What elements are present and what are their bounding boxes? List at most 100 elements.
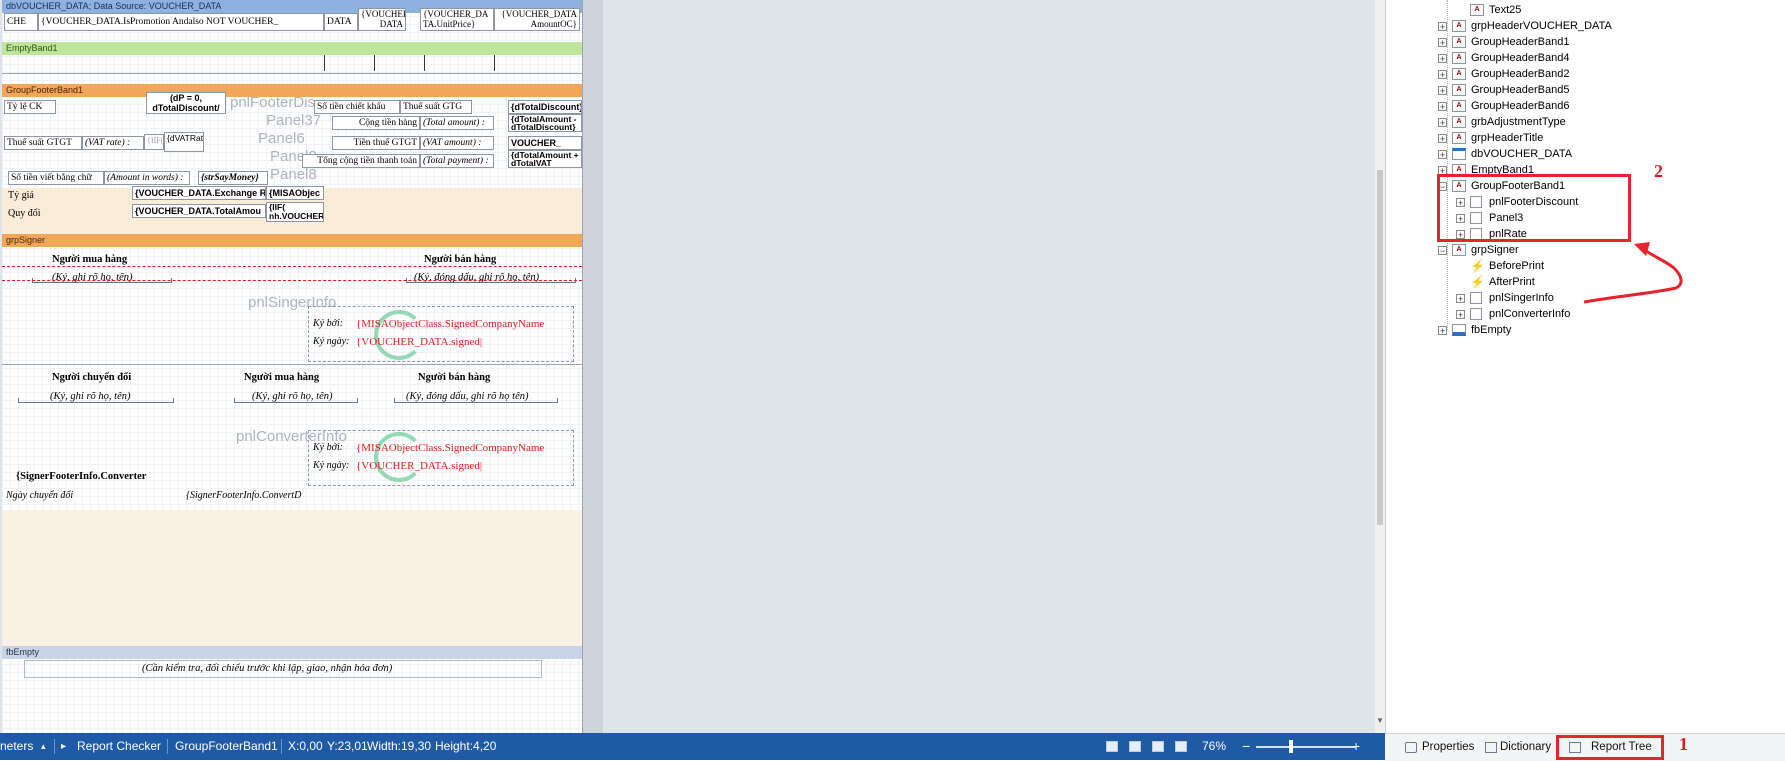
units-dropdown-icon[interactable]: ▴ [41,733,46,760]
tree-expander-icon[interactable]: + [1438,150,1447,160]
label-ngay-chuyen-doi[interactable]: Ngày chuyển đổi [6,490,73,501]
label-total-amount[interactable]: (Total amount) : [420,116,494,130]
label-ky-ngay-2[interactable]: Ký ngày: [313,460,349,471]
field-dvat-rate[interactable]: {dVATRat [164,132,204,152]
tree-expander-icon[interactable]: + [1456,310,1465,320]
tree-expander-icon[interactable]: + [1438,38,1447,48]
tree-node-groupheaderband4[interactable]: GroupHeaderBand4 [1471,50,1569,66]
field-misa-object[interactable]: {MISAObjec [266,186,324,200]
zoom-level[interactable]: 76% [1202,733,1226,760]
field-iif-voucher[interactable]: {IIF( nh.VOUCHER_ [266,202,324,222]
cell-data-short[interactable]: DATA [324,13,358,31]
label-vat-rate[interactable]: (VAT rate) : [82,136,144,150]
tab-report-tree[interactable]: Report Tree [1591,737,1652,757]
label-thue-suat-gtgt[interactable]: Thuế suất GTGT [4,136,82,150]
tree-expander-icon[interactable]: + [1438,70,1447,80]
tree-node-grpheadertitle[interactable]: grpHeaderTitle [1471,130,1543,146]
label-ky-ngay[interactable]: Ký ngày: [313,336,349,347]
field-signed-company[interactable]: {MISAObjectClass.SignedCompanyName [356,318,544,330]
cell-promotion[interactable]: {VOUCHER_DATA.IsPromotion Andalso NOT VO… [38,13,324,31]
tree-node-grbadjustmenttype[interactable]: grbAdjustmentType [1471,114,1566,130]
page-view-icon[interactable] [1106,741,1118,752]
band-fb-empty[interactable]: fbEmpty [2,646,582,659]
tree-expander-icon[interactable]: + [1438,326,1447,336]
band-signer[interactable]: grpSigner [2,234,582,247]
units-label[interactable]: neters [0,733,33,760]
tree-expander-icon[interactable]: + [1438,54,1447,64]
report-page[interactable]: dbVOUCHER_DATA; Data Source: VOUCHER_DAT… [2,0,582,733]
tree-expander-icon[interactable]: + [1438,134,1447,144]
tree-node-dbvoucher-data[interactable]: dbVOUCHER_DATA [1471,146,1572,162]
tree-expander-icon[interactable]: + [1438,102,1447,112]
cell-amount-oc[interactable]: {VOUCHER_DATA AmountOC} [494,8,580,31]
label-vat-amount[interactable]: (VAT amount) : [420,136,494,150]
zoom-slider-track[interactable] [1256,746,1356,748]
label-amount-in-words[interactable]: (Amount in words) : [104,171,190,185]
cell-che[interactable]: CHE [4,13,38,31]
tree-node-groupheaderband6[interactable]: GroupHeaderBand6 [1471,98,1569,114]
cell-unit-price[interactable]: {VOUCHER_DA TA.UnitPrice} [420,8,494,31]
band-empty[interactable]: EmptyBand1 [2,42,582,55]
tree-node-fbempty[interactable]: fbEmpty [1471,322,1511,338]
tree-node-grpsigner[interactable]: grpSigner [1471,242,1519,258]
label-nguoi-chuyen-doi[interactable]: Người chuyển đổi [52,372,131,383]
field-voucher-vat[interactable]: VOUCHER_ [508,136,582,150]
report-checker-button[interactable]: Report Checker [77,733,161,760]
tree-expander-icon[interactable]: + [1456,294,1465,304]
field-dtotal-discount-top[interactable]: (dP = 0, dTotalDiscount/ [146,92,226,114]
field-exchange-rate[interactable]: {VOUCHER_DATA.Exchange Rate} Class. [132,186,266,200]
field-signed-company-2[interactable]: {MISAObjectClass.SignedCompanyName [356,442,544,454]
tree-node-grpheadervoucher-data[interactable]: grpHeaderVOUCHER_DATA [1471,18,1612,34]
field-total-amount[interactable]: {VOUCHER_DATA.TotalAmou [132,204,266,218]
field-dtotal-amount-minus[interactable]: {dTotalAmount - dTotalDiscount} [508,114,582,132]
label-cong-tien-hang[interactable]: Cộng tiền hàng [332,116,420,130]
field-converter-name[interactable]: {SignerFooterInfo.Converter [16,471,146,482]
vertical-scrollbar-thumb[interactable] [1377,170,1383,525]
report-tree-icon[interactable] [1569,742,1581,753]
zoom-out-icon[interactable]: − [1242,733,1250,760]
zoom-slider-thumb[interactable] [1289,740,1293,753]
label-nguoi-mua-hang[interactable]: Người mua hàng [52,254,127,265]
field-dtotal-amount-plus[interactable]: {dTotalAmount + dTotalVAT [508,150,582,168]
field-converter-date[interactable]: {SignerFooterInfo.ConvertD [186,490,301,501]
label-tien-thue-gtgt[interactable]: Tiền thuế GTGT [332,136,420,150]
converter-signature-box[interactable] [308,430,574,486]
field-signed-date[interactable]: {VOUCHER_DATA.signed| [356,336,482,348]
label-quy-doi[interactable]: Quy đổi [8,208,41,219]
tree-node-afterprint[interactable]: AfterPrint [1489,274,1535,290]
report-designer-canvas[interactable]: dbVOUCHER_DATA; Data Source: VOUCHER_DAT… [0,0,1385,733]
zoom-in-icon[interactable]: + [1352,733,1360,760]
whole-page-icon[interactable] [1152,741,1164,752]
field-dtotal-discount[interactable]: {dTotalDiscount} [508,100,582,114]
label-ty-le-ck[interactable]: Tỷ lệ CK [4,100,56,114]
tree-node-beforeprint[interactable]: BeforePrint [1489,258,1544,274]
properties-icon[interactable] [1405,742,1417,753]
cell-voucher-data-1[interactable]: {VOUCHER_ DATA [358,8,406,31]
tree-node-pnlsingerinfo[interactable]: pnlSingerInfo [1489,290,1554,306]
tree-node-pnlconverterinfo[interactable]: pnlConverterInfo [1489,306,1570,322]
tree-node-text25[interactable]: Text25 [1489,2,1521,18]
field-iif-short[interactable]: {IIF( [144,134,164,150]
page-width-icon[interactable] [1129,741,1141,752]
tree-expander-icon[interactable]: + [1438,22,1447,32]
field-say-money[interactable]: {strSayMoney} [198,171,268,185]
tree-node-groupheaderband1[interactable]: GroupHeaderBand1 [1471,34,1569,50]
label-total-payment[interactable]: (Total payment) : [420,154,494,168]
tree-expander-icon[interactable]: + [1438,86,1447,96]
signature-box[interactable] [308,306,574,362]
label-nguoi-ban-hang-2[interactable]: Người bán hàng [418,372,490,383]
label-so-tien-viet-bang-chu[interactable]: Số tiền viết bằng chữ [8,171,104,185]
label-ky-boi[interactable]: Ký bởi: [313,318,343,329]
label-ty-gia[interactable]: Tỷ giá [8,190,34,201]
label-tong-cong[interactable]: Tổng cộng tiền thanh toán [302,154,420,168]
label-so-tien-chiet-khau[interactable]: Số tiền chiết khấu [314,100,400,114]
tree-expander-icon[interactable]: + [1438,118,1447,128]
report-checker-icon[interactable]: ▸ [61,733,66,760]
tab-dictionary[interactable]: Dictionary [1500,737,1551,757]
label-ky-boi-2[interactable]: Ký bởi: [313,442,343,453]
label-nguoi-mua-hang-2[interactable]: Người mua hàng [244,372,319,383]
label-thue-suat-gtg[interactable]: Thuế suất GTG [400,100,472,114]
scroll-down-icon[interactable]: ▼ [1376,716,1384,726]
tree-node-groupheaderband2[interactable]: GroupHeaderBand2 [1471,66,1569,82]
tab-properties[interactable]: Properties [1422,737,1474,757]
